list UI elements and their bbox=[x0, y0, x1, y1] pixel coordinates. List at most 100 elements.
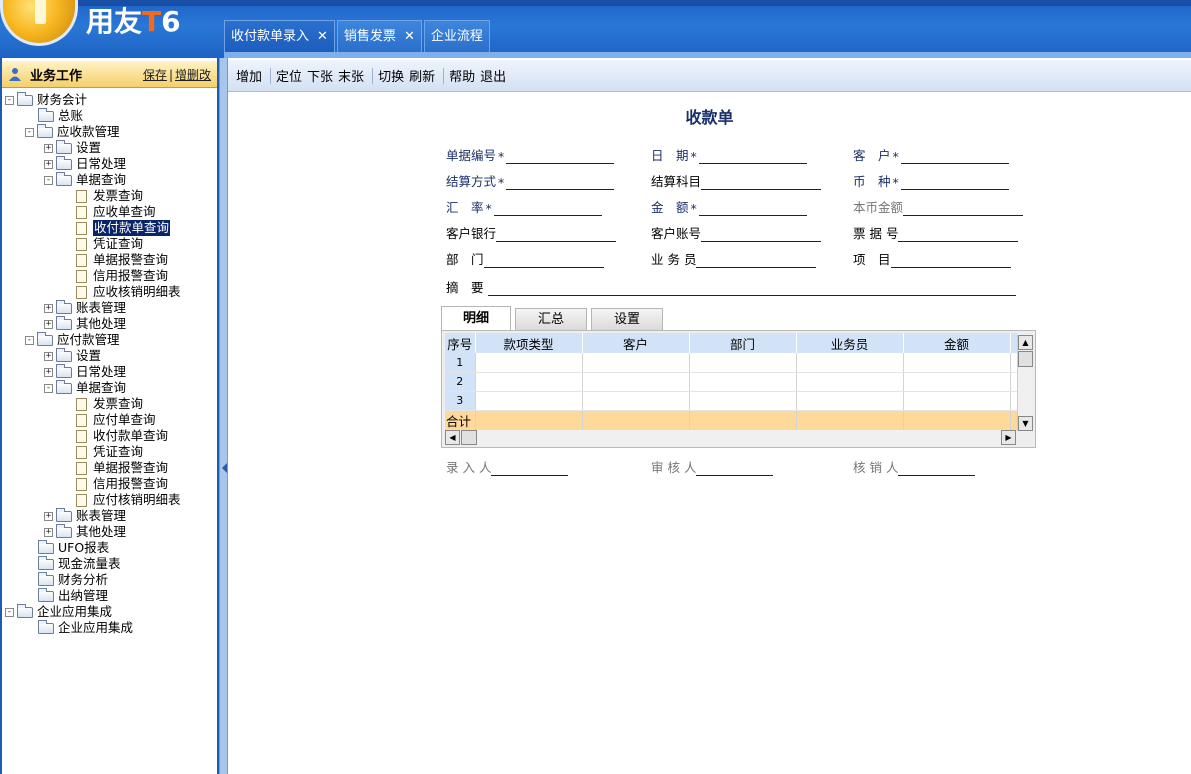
tree-node[interactable]: 应付核销明细表 bbox=[2, 492, 217, 508]
tree-node[interactable]: + 日常处理 bbox=[2, 155, 217, 172]
tree-node[interactable]: 出纳管理 bbox=[2, 587, 217, 604]
grid-cell[interactable] bbox=[475, 353, 583, 373]
tree-node[interactable]: 总账 bbox=[2, 107, 217, 124]
bill-no-field[interactable]: 单据编号 * bbox=[446, 148, 615, 164]
tree-node[interactable]: 单据报警查询 bbox=[2, 252, 217, 268]
scroll-thumb[interactable] bbox=[461, 430, 477, 445]
col-header[interactable]: 款项类型 bbox=[475, 333, 583, 353]
tree-node[interactable]: 收付款单查询 bbox=[2, 428, 217, 444]
tree-node[interactable]: - 应收款管理 bbox=[2, 123, 217, 140]
tree-node[interactable]: + 其他处理 bbox=[2, 315, 217, 332]
vertical-scrollbar[interactable]: ▲ ▼ bbox=[1017, 335, 1033, 431]
tree-node[interactable]: 现金流量表 bbox=[2, 555, 217, 572]
salesman-field[interactable]: 业 务 员 bbox=[651, 252, 817, 268]
tree-node-selected[interactable]: 收付款单查询 bbox=[2, 220, 217, 236]
tree-node[interactable]: + 其他处理 bbox=[2, 523, 217, 540]
tree-node[interactable]: 凭证查询 bbox=[2, 444, 217, 460]
grid-cell[interactable] bbox=[796, 391, 904, 411]
close-icon[interactable]: ✕ bbox=[317, 21, 328, 53]
tree-node[interactable]: 应收核销明细表 bbox=[2, 284, 217, 300]
edit-link[interactable]: 增删改 bbox=[175, 68, 211, 82]
folder-icon bbox=[37, 123, 53, 138]
grid-cell[interactable] bbox=[582, 391, 690, 411]
tab-receipt-entry[interactable]: 收付款单录入 ✕ bbox=[224, 20, 335, 52]
col-header[interactable]: 部门 bbox=[689, 333, 797, 353]
tree-node[interactable]: 发票查询 bbox=[2, 188, 217, 204]
currency-field[interactable]: 币 种 * bbox=[853, 174, 1009, 190]
tree-node[interactable]: 单据报警查询 bbox=[2, 460, 217, 476]
tree-node[interactable]: + 账表管理 bbox=[2, 299, 217, 316]
grid-cell[interactable] bbox=[903, 353, 1011, 373]
tree-node[interactable]: + 设置 bbox=[2, 139, 217, 156]
tab-summary[interactable]: 汇总 bbox=[515, 308, 588, 330]
grid-cell[interactable] bbox=[796, 353, 904, 373]
scroll-down-icon[interactable]: ▼ bbox=[1018, 416, 1033, 431]
grid-cell[interactable] bbox=[903, 391, 1011, 411]
grid-cell[interactable] bbox=[796, 372, 904, 392]
refresh-button[interactable]: 刷新 bbox=[409, 66, 435, 85]
scroll-thumb[interactable] bbox=[1018, 351, 1033, 367]
grid-cell[interactable] bbox=[582, 353, 690, 373]
tab-detail[interactable]: 明细 bbox=[441, 306, 512, 330]
tree-node[interactable]: - 企业应用集成 bbox=[2, 603, 217, 620]
customer-bank-field[interactable]: 客户银行 bbox=[446, 226, 617, 242]
grid-cell[interactable] bbox=[689, 391, 797, 411]
horizontal-scrollbar[interactable]: ◀ ▶ bbox=[445, 430, 1016, 445]
customer-account-field[interactable]: 客户账号 bbox=[651, 226, 822, 242]
tree-node[interactable]: - 财务会计 bbox=[2, 91, 217, 108]
tree-node[interactable]: UFO报表 bbox=[2, 539, 217, 556]
sidebar-splitter[interactable] bbox=[219, 58, 228, 774]
grid-cell[interactable] bbox=[475, 391, 583, 411]
collapse-arrow-icon[interactable] bbox=[222, 463, 227, 473]
grid-cell[interactable] bbox=[475, 372, 583, 392]
amount-field[interactable]: 金 额 * bbox=[651, 200, 807, 216]
tab-enterprise-flow[interactable]: 企业流程 bbox=[423, 20, 490, 52]
close-icon[interactable]: ✕ bbox=[404, 21, 415, 53]
col-header[interactable]: 序号 bbox=[445, 333, 476, 353]
grid-cell[interactable] bbox=[582, 372, 690, 392]
tree-node[interactable]: 发票查询 bbox=[2, 396, 217, 412]
tree-node[interactable]: - 单据查询 bbox=[2, 171, 217, 188]
settle-method-field[interactable]: 结算方式 * bbox=[446, 174, 615, 190]
col-header[interactable]: 金额 bbox=[903, 333, 1011, 353]
tab-settings[interactable]: 设置 bbox=[591, 308, 664, 330]
tree-node[interactable]: 企业应用集成 bbox=[2, 619, 217, 636]
add-button[interactable]: 增加 bbox=[236, 66, 262, 85]
department-field[interactable]: 部 门 bbox=[446, 252, 604, 268]
tree-node[interactable]: - 应付款管理 bbox=[2, 331, 217, 348]
project-field[interactable]: 项 目 bbox=[853, 252, 1011, 268]
scroll-up-icon[interactable]: ▲ bbox=[1018, 335, 1033, 350]
switch-button[interactable]: 切换 bbox=[378, 66, 404, 85]
col-header[interactable]: 业务员 bbox=[796, 333, 904, 353]
folder-icon bbox=[38, 571, 54, 586]
locate-button[interactable]: 定位 bbox=[276, 66, 302, 85]
next-button[interactable]: 下张 bbox=[307, 66, 333, 85]
tree-node[interactable]: 凭证查询 bbox=[2, 236, 217, 252]
bill-number-field[interactable]: 票 据 号 bbox=[853, 226, 1019, 242]
settle-subject-field[interactable]: 结算科目 bbox=[651, 174, 822, 190]
col-header[interactable]: 客户 bbox=[582, 333, 690, 353]
scroll-right-icon[interactable]: ▶ bbox=[1001, 430, 1016, 445]
grid-cell[interactable] bbox=[689, 353, 797, 373]
rate-field[interactable]: 汇 率 * bbox=[446, 200, 602, 216]
tree-node[interactable]: - 单据查询 bbox=[2, 379, 217, 396]
save-link[interactable]: 保存 bbox=[143, 68, 167, 82]
date-field[interactable]: 日 期 * bbox=[651, 148, 807, 164]
grid-cell[interactable] bbox=[903, 372, 1011, 392]
tree-node[interactable]: 财务分析 bbox=[2, 571, 217, 588]
scroll-left-icon[interactable]: ◀ bbox=[445, 430, 460, 445]
tree-node[interactable]: 应收单查询 bbox=[2, 204, 217, 220]
tree-node[interactable]: 信用报警查询 bbox=[2, 268, 217, 284]
tree-node[interactable]: + 账表管理 bbox=[2, 507, 217, 524]
help-button[interactable]: 帮助 bbox=[449, 66, 475, 85]
summary-field[interactable]: 摘 要 bbox=[446, 280, 1016, 296]
tree-node[interactable]: + 日常处理 bbox=[2, 363, 217, 380]
tab-sales-invoice[interactable]: 销售发票 ✕ bbox=[336, 20, 422, 53]
customer-field[interactable]: 客 户 * bbox=[853, 148, 1009, 164]
tree-node[interactable]: 应付单查询 bbox=[2, 412, 217, 428]
grid-cell[interactable] bbox=[689, 372, 797, 392]
tree-node[interactable]: + 设置 bbox=[2, 347, 217, 364]
last-button[interactable]: 末张 bbox=[338, 66, 364, 85]
exit-button[interactable]: 退出 bbox=[480, 66, 506, 85]
tree-node[interactable]: 信用报警查询 bbox=[2, 476, 217, 492]
